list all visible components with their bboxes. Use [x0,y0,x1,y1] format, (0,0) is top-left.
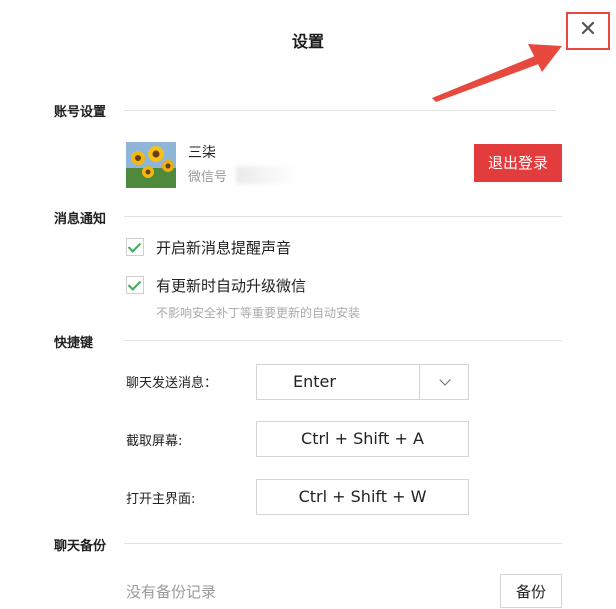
section-label-notifications: 消息通知 [54,212,107,227]
section-divider [124,340,562,341]
wechat-id-redacted [236,166,300,184]
sound-alert-checkbox[interactable] [126,238,144,256]
checkmark-icon [127,277,142,291]
wechat-id-label: 微信号 [188,170,228,185]
section-label-shortcuts: 快捷键 [54,336,94,351]
section-label-backup: 聊天备份 [54,539,107,554]
backup-empty-text: 没有备份记录 [126,583,217,601]
send-message-shortcut-select[interactable]: Enter [256,364,469,400]
open-main-shortcut-field[interactable]: Ctrl + Shift + W [256,479,469,515]
auto-update-hint: 不影响安全补丁等重要更新的自动安装 [156,306,361,320]
auto-update-label: 有更新时自动升级微信 [156,277,307,295]
auto-update-checkbox[interactable] [126,276,144,294]
avatar [126,142,176,188]
shortcut-label-send: 聊天发送消息： [126,376,218,391]
shortcut-label-screenshot: 截取屏幕: [126,434,183,449]
account-nickname: 三柒 [188,145,216,161]
backup-button[interactable]: 备份 [500,574,562,608]
logout-button[interactable]: 退出登录 [474,144,562,182]
sunflower-avatar-image [126,142,176,188]
screenshot-shortcut-field[interactable]: Ctrl + Shift + A [256,421,469,457]
checkmark-icon [127,239,142,253]
section-divider [124,110,556,111]
section-divider [124,543,562,544]
annotation-arrow-icon [432,44,562,102]
section-divider [124,216,562,217]
section-label-account: 账号设置 [54,105,107,120]
annotation-highlight-box [566,12,610,50]
shortcut-label-open-main: 打开主界面: [126,492,196,507]
send-message-shortcut-value: Enter [293,372,336,391]
dropdown-divider [419,365,420,399]
sound-alert-label: 开启新消息提醒声音 [156,239,292,257]
